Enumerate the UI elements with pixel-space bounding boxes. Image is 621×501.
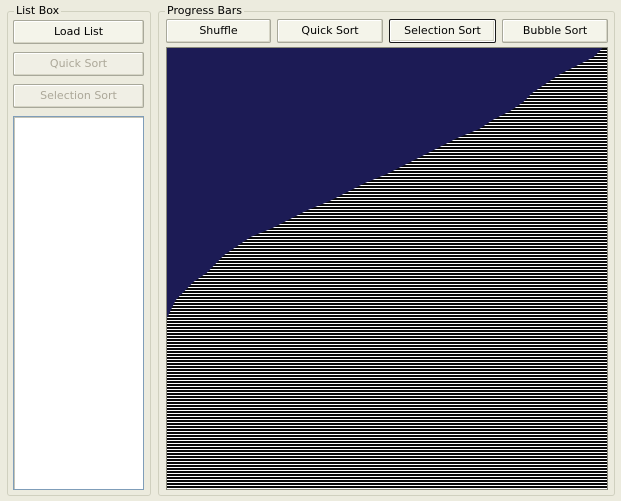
list-box[interactable]	[13, 116, 144, 490]
progress-bars-visualization	[166, 47, 608, 490]
listbox-selection-sort-button[interactable]: Selection Sort	[13, 84, 144, 108]
shuffle-button[interactable]: Shuffle	[166, 19, 271, 43]
sorted-region	[167, 48, 603, 348]
quick-sort-button[interactable]: Quick Sort	[277, 19, 383, 43]
list-box-group-label: List Box	[14, 4, 62, 18]
progress-bars-group-label: Progress Bars	[165, 4, 244, 18]
selection-sort-button[interactable]: Selection Sort	[389, 19, 496, 43]
sorted-bars-shape	[167, 48, 603, 348]
listbox-quick-sort-button[interactable]: Quick Sort	[13, 52, 144, 76]
load-list-button[interactable]: Load List	[13, 20, 144, 44]
bubble-sort-button[interactable]: Bubble Sort	[502, 19, 608, 43]
